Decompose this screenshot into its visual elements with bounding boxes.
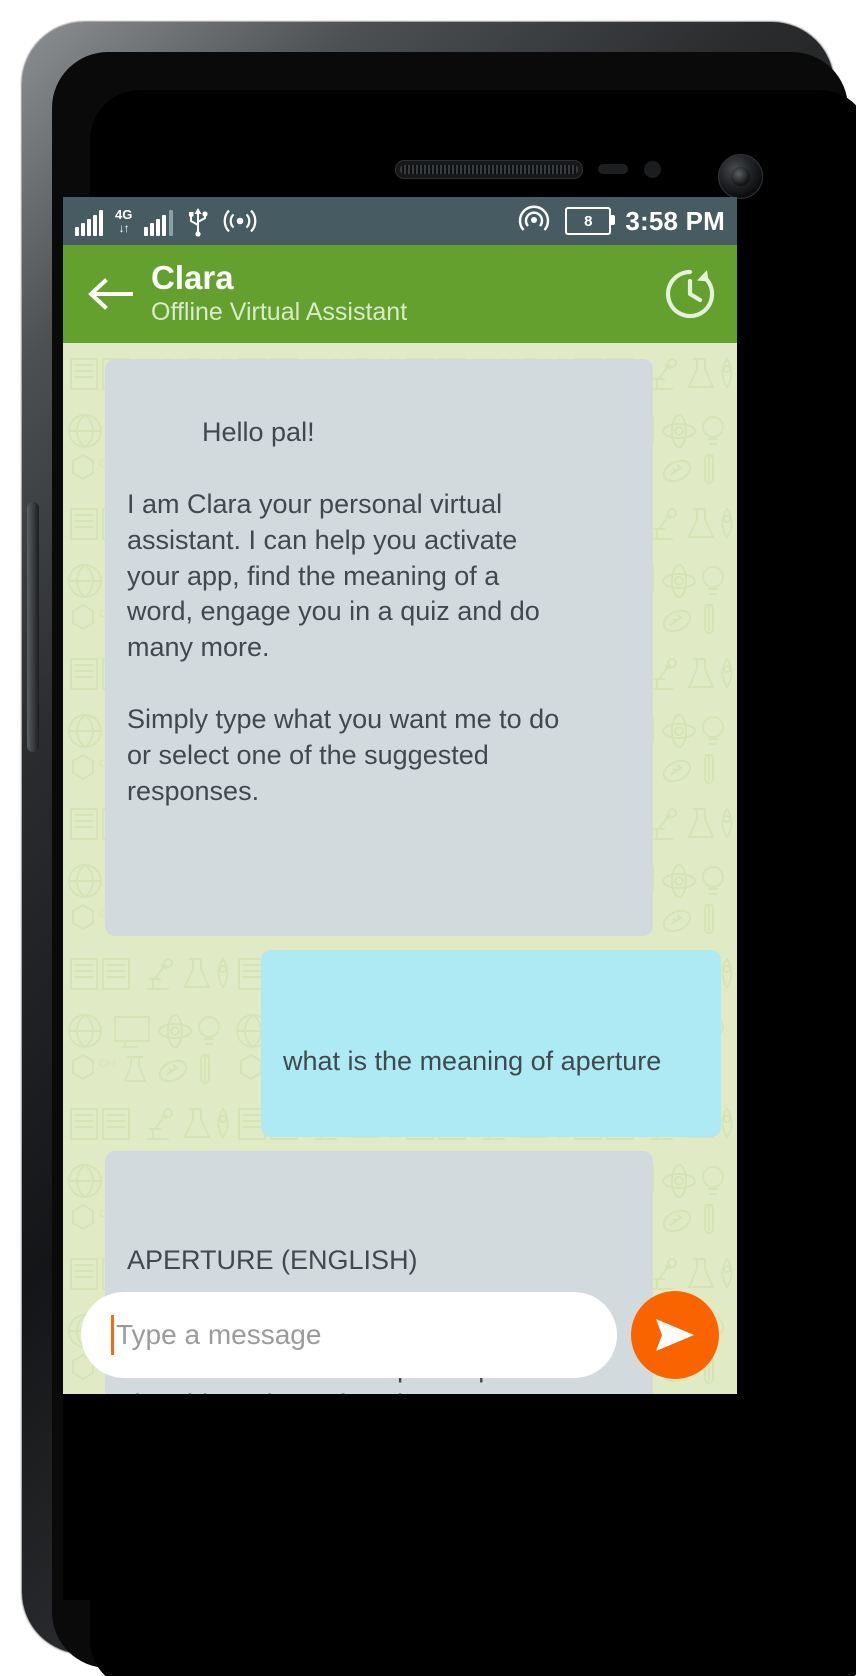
phone-bottom-chin — [63, 1394, 737, 1600]
message-text: Hello pal! I am Clara your personal virt… — [127, 416, 560, 806]
location-icon — [519, 205, 550, 231]
clock-label: 3:58 PM — [625, 205, 725, 236]
send-button[interactable] — [631, 1291, 719, 1379]
app-bar: Clara Offline Virtual Assistant — [63, 245, 737, 343]
app-bar-titles: Clara Offline Virtual Assistant — [151, 261, 661, 326]
hotspot-broadcast-icon — [223, 209, 257, 233]
chat-area[interactable]: OH — [63, 343, 737, 1394]
message-text: what is the meaning of aperture — [283, 1045, 662, 1076]
light-sensor — [644, 161, 661, 178]
network-4g-icon: 4G ↓↑ — [115, 208, 132, 234]
battery-icon: 8 — [565, 207, 616, 235]
definition-heading: APERTURE (ENGLISH) — [127, 1245, 418, 1276]
message-list: Hello pal! I am Clara your personal virt… — [63, 343, 737, 1394]
message-input[interactable]: Type a message — [81, 1292, 617, 1378]
usb-icon — [189, 208, 208, 237]
message-composer: Type a message — [63, 1276, 737, 1394]
page-title: Clara — [151, 259, 234, 297]
data-transfer-arrows: ↓↑ — [118, 221, 130, 235]
chat-bubble-bot[interactable]: Hello pal! I am Clara your personal virt… — [105, 359, 653, 936]
signal-bars-secondary-icon — [144, 206, 174, 236]
battery-level-label: 8 — [584, 212, 593, 230]
history-button[interactable] — [661, 265, 719, 323]
text-cursor-icon — [111, 1315, 114, 1355]
network-type-label: 4G — [115, 207, 133, 222]
message-input-placeholder: Type a message — [116, 1319, 322, 1350]
back-arrow-icon — [88, 278, 133, 310]
front-camera — [718, 154, 763, 199]
proximity-sensor — [598, 164, 628, 174]
send-icon — [656, 1319, 694, 1351]
back-button[interactable] — [81, 264, 141, 324]
phone-screen: 4G ↓↑ 8 3:58 PM Clara Offline Virtual As… — [63, 197, 737, 1394]
history-restore-icon — [665, 269, 715, 319]
screenshot-root: 4G ↓↑ 8 3:58 PM Clara Offline Virtual As… — [0, 0, 856, 1676]
status-bar: 4G ↓↑ 8 3:58 PM — [63, 197, 737, 245]
signal-bars-icon — [75, 206, 103, 236]
earpiece-speaker — [395, 160, 583, 179]
page-subtitle: Offline Virtual Assistant — [151, 297, 408, 326]
chat-bubble-user[interactable]: what is the meaning of aperture — [261, 949, 721, 1138]
volume-button[interactable] — [27, 502, 39, 752]
